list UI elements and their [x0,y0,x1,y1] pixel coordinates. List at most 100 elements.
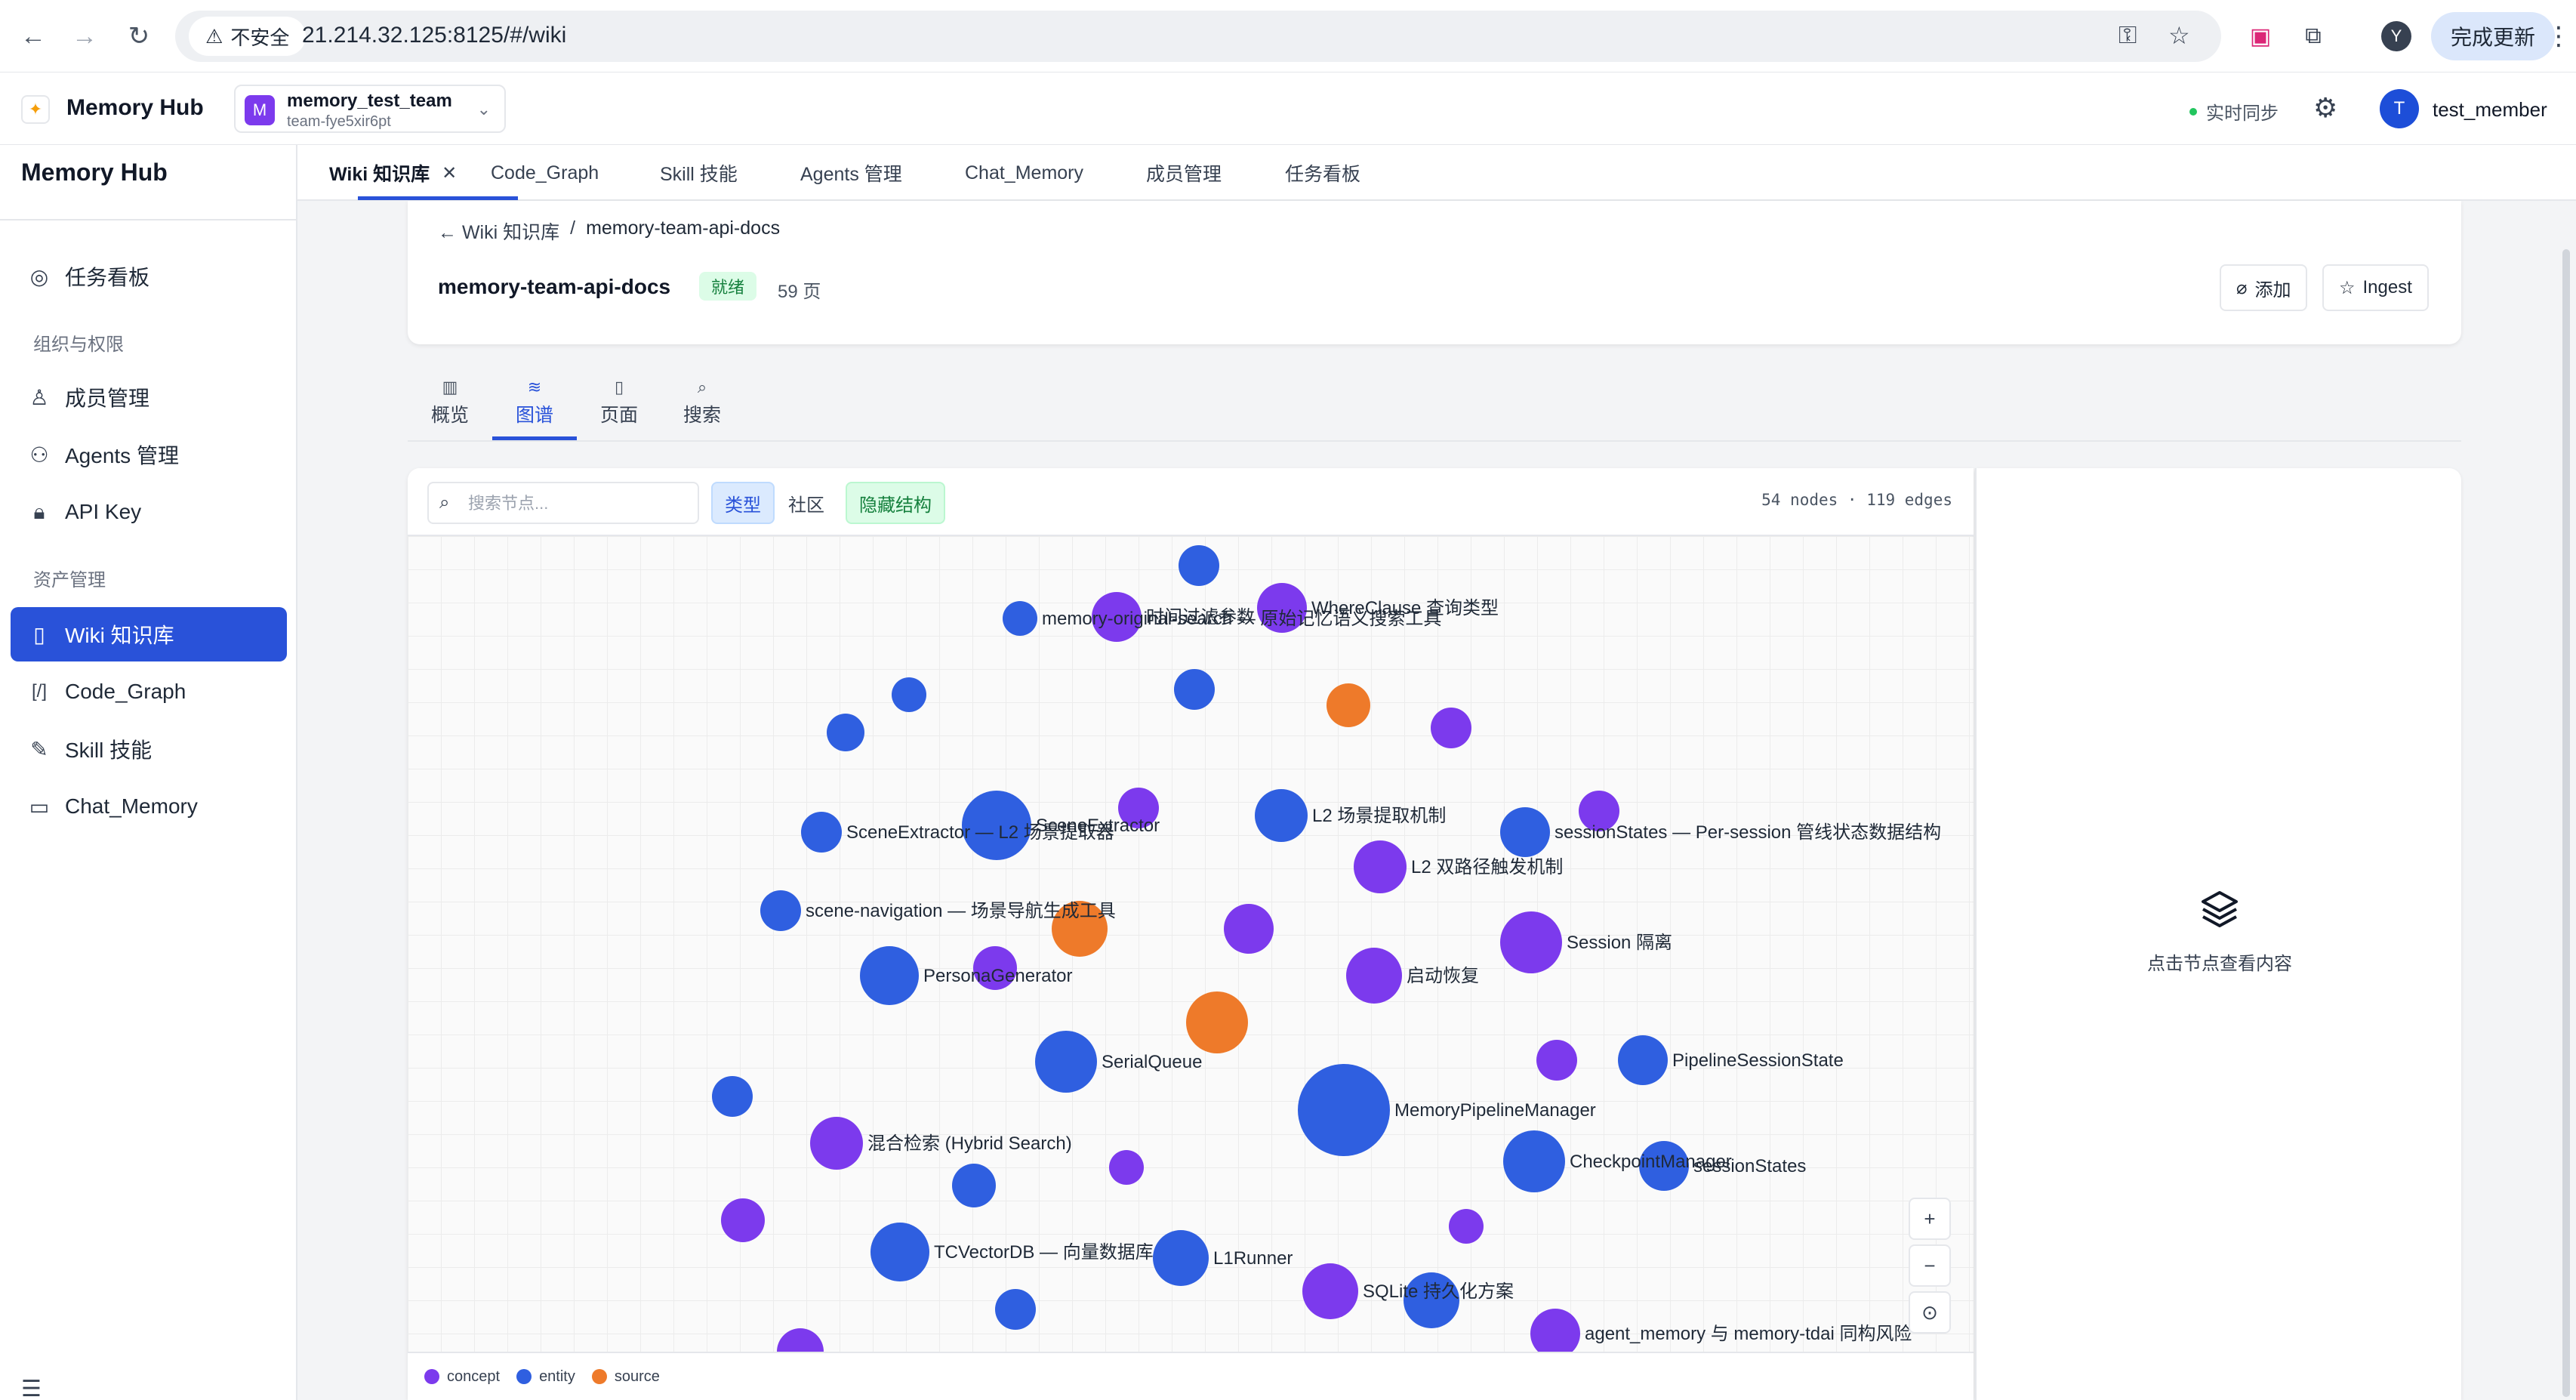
address-bar[interactable]: ⚠ 不安全 21.214.32.125:8125/#/wiki ⚿ ☆ [175,11,2221,62]
breadcrumb-back-link[interactable]: ← Wiki 知识库 [438,217,559,245]
graph-node-entity[interactable] [760,890,801,931]
graph-node-entity[interactable] [1153,1230,1209,1286]
graph-node-entity[interactable] [860,946,919,1005]
gear-icon[interactable]: ⚙ [2313,92,2337,124]
zoom-out-button[interactable]: − [1909,1244,1951,1287]
sidebar-item-wiki[interactable]: ▯ Wiki 知识库 [11,607,287,661]
browser-menu-icon[interactable]: ⋮ [2546,21,2571,51]
graph-canvas[interactable]: memory-original-search — 原始记忆语义搜索工具 时间过滤参… [408,536,1974,1352]
graph-node-entity[interactable] [712,1076,753,1117]
sidebar-title: Memory Hub [21,159,168,186]
view-tab-graph[interactable]: ≋ 图谱 [497,378,572,439]
graph-node-concept[interactable] [1431,708,1471,748]
target-icon: ◎ [29,264,49,288]
graph-node-concept[interactable] [721,1198,765,1242]
graph-svg[interactable]: memory-original-search — 原始记忆语义搜索工具时间过滤参… [408,536,1974,1352]
node-search[interactable]: ⌕ [427,482,699,524]
fit-view-button[interactable]: ⊙ [1909,1291,1951,1334]
translate-extension-icon[interactable]: ▣ [2242,18,2279,54]
graph-node-entity[interactable] [1618,1035,1668,1085]
insecure-badge[interactable]: ⚠ 不安全 [189,17,307,56]
view-tab-search[interactable]: ⌕ 搜索 [664,378,740,439]
sidebar-item-tasks[interactable]: ◎ 任务看板 [11,249,287,304]
graph-node-entity[interactable] [801,812,842,853]
tab-members[interactable]: 成员管理 [1146,145,1222,201]
sidebar-item-members[interactable]: ♙ 成员管理 [11,370,287,424]
back-icon[interactable]: ← [17,20,50,53]
filter-community-button[interactable]: 社区 [776,482,837,524]
graph-node-entity[interactable] [1035,1031,1097,1093]
team-switcher[interactable]: M memory_test_team team-fye5xir6pt ⌄ [234,85,506,133]
tab-skill[interactable]: Skill 技能 [660,145,738,201]
users-icon: ⚇ [29,443,49,467]
star-icon[interactable]: ☆ [2168,21,2190,50]
graph-node-entity[interactable] [1003,601,1037,636]
url-text[interactable]: 21.214.32.125:8125/#/wiki [302,23,566,48]
team-avatar: M [245,95,275,125]
close-icon[interactable]: ✕ [442,162,457,184]
graph-node-source[interactable] [1327,683,1370,727]
graph-node-entity[interactable] [892,677,926,712]
page-scrollbar[interactable] [2562,249,2570,1397]
filter-type-button[interactable]: 类型 [711,482,775,524]
extensions-icon[interactable]: ⧉ [2295,18,2331,54]
tab-chat-memory[interactable]: Chat_Memory [965,145,1083,201]
view-tab-pages[interactable]: ▯ 页面 [581,378,657,439]
tab-tasks[interactable]: 任务看板 [1285,145,1360,201]
graph-node-entity[interactable] [1255,789,1308,842]
graph-node-concept[interactable] [1449,1209,1484,1244]
tab-code-graph[interactable]: Code_Graph [491,145,599,201]
tab-agents[interactable]: Agents 管理 [800,145,902,201]
ingest-button[interactable]: ☆ Ingest [2322,264,2429,311]
sidebar-item-api-key[interactable]: 🔒︎ API Key [11,485,287,539]
sidebar-item-code-graph[interactable]: [/] Code_Graph [11,665,287,719]
legend-item-source: source [591,1368,660,1386]
graph-node-concept[interactable] [1346,948,1402,1004]
graph-node-concept[interactable] [777,1328,824,1352]
user-name[interactable]: test_member [2433,98,2547,122]
reload-icon[interactable]: ↻ [122,20,156,53]
sidebar-item-agents[interactable]: ⚇ Agents 管理 [11,427,287,482]
update-button[interactable]: 完成更新 [2431,12,2556,60]
sidebar-item-skill[interactable]: ✎ Skill 技能 [11,722,287,776]
browser-profile-avatar[interactable]: Y [2381,21,2411,51]
graph-node-concept[interactable] [1500,911,1562,973]
sync-status: 实时同步 [2189,98,2279,125]
graph-node-concept[interactable] [810,1117,863,1170]
node-search-input[interactable] [468,491,687,517]
graph-node-concept[interactable] [1224,904,1274,954]
graph-node-entity[interactable] [827,714,864,751]
graph-node-entity[interactable] [952,1164,996,1207]
layers-icon: ≋ [527,378,542,396]
graph-node-concept[interactable] [1354,840,1407,893]
divider [408,440,2461,442]
graph-node-source[interactable] [1186,991,1248,1053]
hide-structure-button[interactable]: 隐藏结构 [846,482,945,524]
code-icon: [/] [31,681,47,702]
wiki-header-card: ← Wiki 知识库 / memory-team-api-docs memory… [408,201,2461,344]
forward-icon[interactable]: → [68,20,101,53]
sidebar-item-chat-memory[interactable]: ▭ Chat_Memory [11,779,287,834]
graph-node-concept[interactable] [1109,1150,1144,1185]
tab-wiki[interactable]: Wiki 知识库 ✕ [329,145,457,201]
graph-node-concept[interactable] [1530,1309,1580,1352]
zoom-in-button[interactable]: + [1909,1198,1951,1240]
key-icon[interactable]: ⚿ [2118,21,2137,50]
graph-node-concept[interactable] [1536,1040,1577,1081]
graph-node-entity[interactable] [870,1223,929,1281]
graph-node-entity[interactable] [1500,807,1550,857]
graph-node-entity[interactable] [1503,1130,1565,1192]
graph-stats: 54 nodes · 119 edges [1761,491,1952,509]
search-icon: ⌕ [697,378,707,396]
add-button[interactable]: ⌀ 添加 [2220,264,2308,311]
graph-node-entity[interactable] [1174,669,1215,710]
graph-node-entity[interactable] [1298,1064,1390,1156]
graph-node-entity[interactable] [1179,545,1219,586]
chevron-down-icon: ⌄ [476,100,491,119]
user-avatar[interactable]: T [2380,89,2419,128]
collapse-sidebar-icon[interactable]: ☰ [21,1376,42,1400]
wand-icon: ✎ [30,737,48,761]
view-tab-overview[interactable]: ▥ 概览 [412,378,488,439]
graph-node-concept[interactable] [1302,1263,1358,1319]
graph-node-entity[interactable] [995,1289,1036,1330]
